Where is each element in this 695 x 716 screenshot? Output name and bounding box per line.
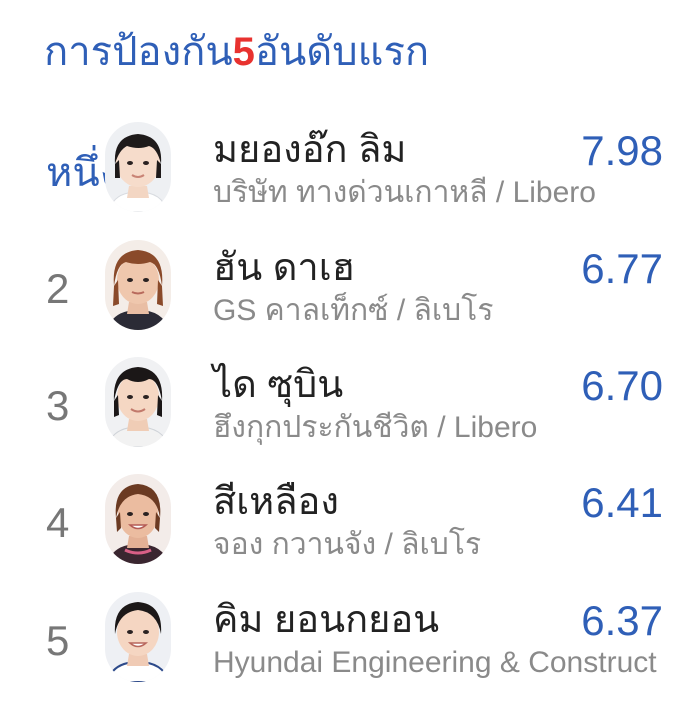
player-name: สีเหลือง (213, 481, 339, 523)
player-team-position: Hyundai Engineering & Construct (213, 646, 657, 679)
player-team-position: GS คาลเท็กซ์ / ลิเบโร (213, 294, 494, 327)
player-photo-icon (105, 240, 171, 330)
player-score: 6.77 (581, 245, 663, 292)
player-name: มยองอ๊ก ลิม (213, 129, 407, 171)
player-name: ได ซุบิน (213, 364, 344, 406)
player-score: 6.41 (581, 479, 663, 526)
player-score: 6.70 (581, 362, 663, 409)
player-score: 7.98 (581, 127, 663, 174)
player-name: คิม ยอนกยอน (213, 599, 440, 641)
page-title: การป้องกัน5อันดับแรก (44, 26, 429, 78)
title-text-end: อันดับแรก (254, 30, 430, 74)
player-name: ฮัน ดาเฮ (213, 247, 355, 289)
player-row-3[interactable]: 3 ได ซุบิน ฮึงกุกประกันชีวิต / Libero 6.… (0, 355, 695, 473)
player-row-5[interactable]: 5 คิม ยอนกยอน Hyundai Engineering & Cons… (0, 590, 695, 708)
player-row-2[interactable]: 2 ฮัน ดาเฮ GS คาลเท็กซ์ / ลิเบโร 6.77 (0, 238, 695, 356)
player-row-4[interactable]: 4 สีเหลือง จอง กวานจัง / ลิเบโร 6.41 (0, 472, 695, 590)
player-photo-icon (105, 592, 171, 682)
player-photo-icon (105, 474, 171, 564)
rank-label: 5 (46, 617, 70, 664)
title-text: การป้องกัน (44, 30, 233, 74)
player-team-position: บริษัท ทางด่วนเกาหลี / Libero (213, 176, 596, 209)
player-team-position: ฮึงกุกประกันชีวิต / Libero (213, 411, 538, 444)
player-score: 6.37 (581, 597, 663, 644)
top-defense-ranking: การป้องกัน5อันดับแรก หนึ่ง มยองอ๊ก ลิม บ… (0, 0, 695, 716)
player-row-1[interactable]: หนึ่ง มยองอ๊ก ลิม บริษัท ทางด่วนเกาหลี /… (0, 120, 695, 238)
player-photo-icon (105, 122, 171, 212)
rank-label: 4 (46, 499, 70, 546)
player-photo-icon (105, 357, 171, 447)
player-team-position: จอง กวานจัง / ลิเบโร (213, 528, 482, 561)
rank-label: 2 (46, 265, 70, 312)
title-number: 5 (232, 30, 255, 74)
rank-label: 3 (46, 382, 70, 429)
